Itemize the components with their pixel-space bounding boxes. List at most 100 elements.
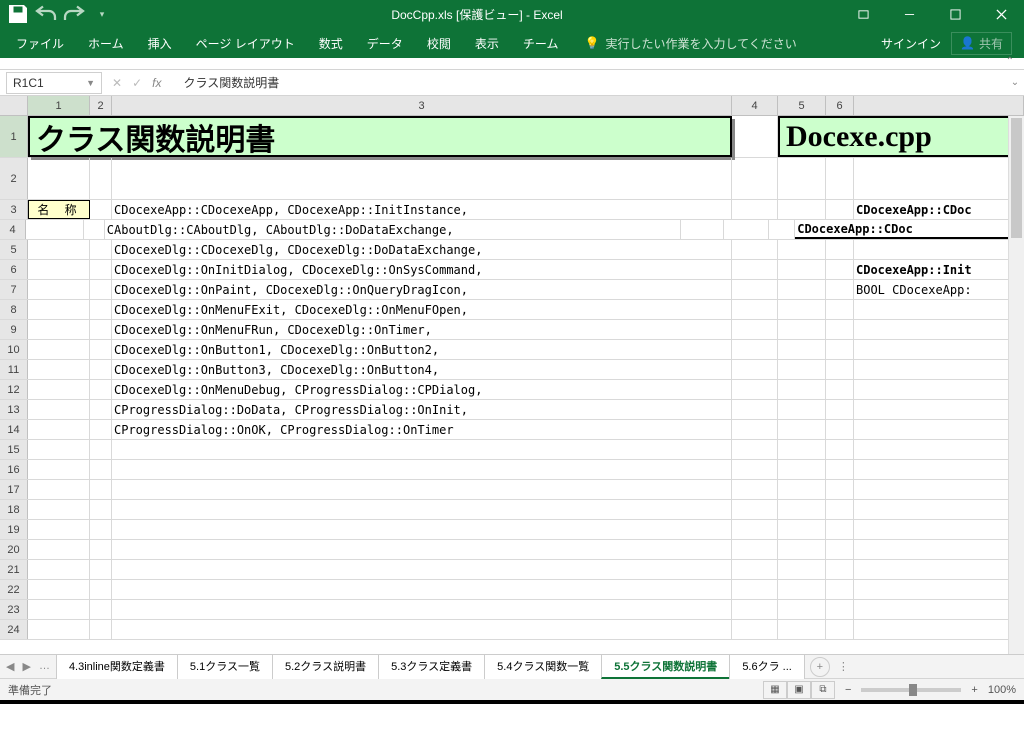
cell[interactable] (778, 280, 826, 299)
cell[interactable] (90, 380, 112, 399)
page-break-view-icon[interactable]: ⧉ (811, 681, 835, 699)
cell[interactable] (112, 580, 732, 599)
tell-me-search[interactable]: 💡 実行したい作業を入力してください (584, 35, 796, 52)
minimize-button[interactable] (886, 0, 932, 28)
cell[interactable] (778, 580, 826, 599)
cell[interactable] (778, 600, 826, 619)
cell[interactable] (112, 560, 732, 579)
cell[interactable] (778, 620, 826, 639)
cell[interactable] (732, 520, 778, 539)
row-header[interactable]: 21 (0, 560, 28, 579)
cell[interactable]: CDocexeDlg::OnMenuFRun, CDocexeDlg::OnTi… (112, 320, 732, 339)
cell[interactable] (854, 480, 1024, 499)
cell[interactable] (732, 360, 778, 379)
sheet-tab[interactable]: 5.4クラス関数一覧 (484, 654, 602, 679)
cell[interactable] (826, 600, 854, 619)
cell[interactable] (90, 500, 112, 519)
tab-insert[interactable]: 挿入 (136, 28, 184, 58)
cell[interactable]: CProgressDialog::OnOK, CProgressDialog::… (112, 420, 732, 439)
cell[interactable] (90, 540, 112, 559)
cell[interactable]: CDocexeDlg::OnButton1, CDocexeDlg::OnBut… (112, 340, 732, 359)
cell[interactable] (854, 360, 1024, 379)
ribbon-display-icon[interactable] (840, 0, 886, 28)
row-header[interactable]: 8 (0, 300, 28, 319)
cell[interactable] (28, 560, 90, 579)
cell[interactable] (778, 400, 826, 419)
cell[interactable] (90, 400, 112, 419)
cell[interactable] (778, 460, 826, 479)
close-button[interactable] (978, 0, 1024, 28)
zoom-out-button[interactable]: − (845, 684, 851, 696)
cell[interactable] (28, 240, 90, 259)
cell[interactable] (854, 540, 1024, 559)
cell[interactable]: CDocexeDlg::OnButton3, CDocexeDlg::OnBut… (112, 360, 732, 379)
sheet-tab[interactable]: 5.6クラ ... (729, 654, 805, 679)
cell[interactable] (28, 420, 90, 439)
chevron-down-icon[interactable]: ▼ (86, 78, 95, 88)
cell[interactable] (732, 320, 778, 339)
sheet-tab[interactable]: 5.1クラス一覧 (177, 654, 273, 679)
fx-icon[interactable]: fx (152, 76, 161, 90)
cell[interactable] (90, 440, 112, 459)
cell[interactable] (28, 500, 90, 519)
cell[interactable] (84, 220, 105, 239)
col-header[interactable]: 3 (112, 96, 732, 115)
cell[interactable] (28, 460, 90, 479)
cell[interactable] (778, 480, 826, 499)
cell[interactable] (732, 380, 778, 399)
cell[interactable] (28, 520, 90, 539)
cell[interactable] (732, 300, 778, 319)
cell[interactable] (732, 158, 778, 199)
row-header[interactable]: 5 (0, 240, 28, 259)
cell[interactable] (854, 460, 1024, 479)
cell[interactable] (28, 440, 90, 459)
col-header[interactable]: 4 (732, 96, 778, 115)
col-header[interactable]: 6 (826, 96, 854, 115)
cell[interactable] (90, 560, 112, 579)
select-all-corner[interactable] (0, 96, 28, 115)
row-header[interactable]: 20 (0, 540, 28, 559)
cell[interactable]: CDocexeApp::CDoc (854, 200, 1024, 219)
cell[interactable] (854, 600, 1024, 619)
save-icon[interactable] (6, 2, 30, 26)
cell[interactable] (28, 600, 90, 619)
name-box[interactable]: R1C1 ▼ (6, 72, 102, 94)
cell[interactable] (28, 280, 90, 299)
cell[interactable] (28, 380, 90, 399)
cell[interactable] (778, 380, 826, 399)
sheet-tab[interactable]: 5.5クラス関数説明書 (601, 654, 730, 679)
row-header[interactable]: 9 (0, 320, 28, 339)
sheet-tab[interactable]: 5.2クラス説明書 (272, 654, 379, 679)
cell[interactable] (854, 400, 1024, 419)
page-layout-view-icon[interactable]: ▣ (787, 681, 811, 699)
cell[interactable] (112, 600, 732, 619)
row-header[interactable]: 17 (0, 480, 28, 499)
cell[interactable] (826, 260, 854, 279)
share-button[interactable]: 👤 共有 (951, 32, 1012, 55)
cell[interactable] (724, 220, 769, 239)
cell[interactable] (28, 480, 90, 499)
row-header[interactable]: 18 (0, 500, 28, 519)
cell[interactable] (732, 116, 778, 157)
cell[interactable]: CProgressDialog::DoData, CProgressDialog… (112, 400, 732, 419)
cell[interactable] (112, 158, 732, 199)
row-header[interactable]: 16 (0, 460, 28, 479)
row-header[interactable]: 6 (0, 260, 28, 279)
row-header[interactable]: 1 (0, 116, 28, 157)
cell[interactable] (826, 240, 854, 259)
cell[interactable] (778, 260, 826, 279)
enter-formula-icon[interactable]: ✓ (132, 76, 142, 90)
cell[interactable] (732, 620, 778, 639)
cell[interactable]: CDocexeDlg::OnMenuDebug, CProgressDialog… (112, 380, 732, 399)
cell[interactable] (732, 460, 778, 479)
cell[interactable] (826, 560, 854, 579)
cell[interactable] (854, 580, 1024, 599)
tab-review[interactable]: 校閲 (415, 28, 463, 58)
cell[interactable] (90, 420, 112, 439)
cell[interactable] (732, 340, 778, 359)
cell[interactable] (826, 480, 854, 499)
cell[interactable] (732, 260, 778, 279)
cell[interactable] (112, 620, 732, 639)
cell[interactable] (778, 360, 826, 379)
cell[interactable] (112, 520, 732, 539)
